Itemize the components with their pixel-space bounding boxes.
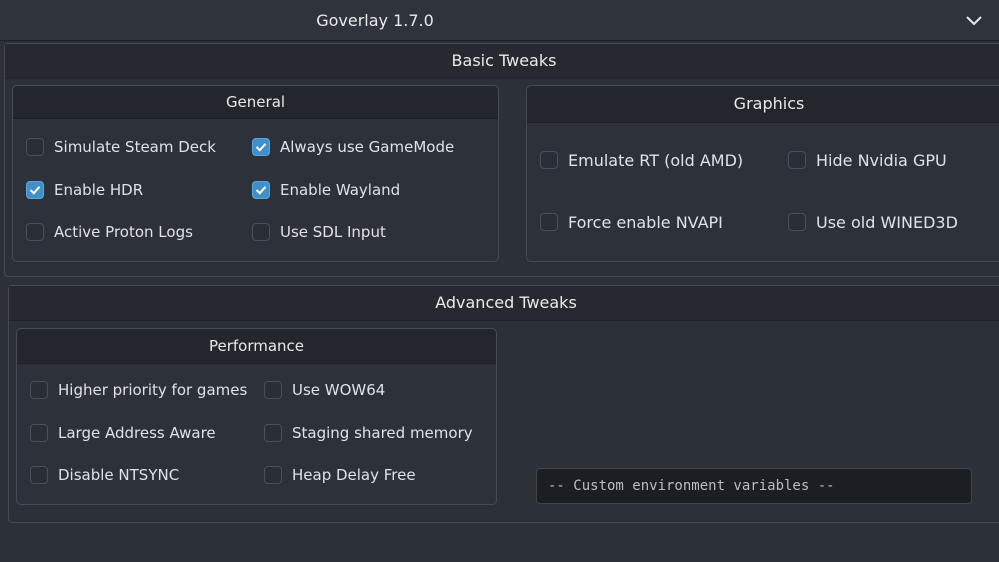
checkbox-label: Force enable NVAPI [568,212,723,232]
checkbox-label: Always use GameMode [280,138,455,156]
checkbox-label: Enable Wayland [280,181,401,199]
checkbox-label: Use WOW64 [292,381,386,399]
window-title: Goverlay 1.7.0 [316,11,434,30]
checkbox-box-checked[interactable] [26,181,44,199]
checkbox-label: Use SDL Input [280,223,386,241]
checkmark-icon [255,186,267,195]
custom-env-vars-input[interactable]: -- Custom environment variables -- [536,468,972,504]
graphics-title: Graphics [527,86,999,123]
checkbox-box[interactable] [788,213,806,231]
checkbox-label: Hide Nvidia GPU [816,150,947,170]
checkbox-box[interactable] [30,424,48,442]
checkbox-use-sdl-input[interactable]: Use SDL Input [252,220,386,244]
checkbox-enable-hdr[interactable]: Enable HDR [26,178,143,202]
checkbox-label: Disable NTSYNC [58,466,180,484]
checkbox-label: Higher priority for games [58,381,248,399]
checkbox-label: Use old WINED3D [816,212,958,232]
checkbox-label: Large Address Aware [58,424,216,442]
checkbox-box[interactable] [30,381,48,399]
checkbox-force-enable-nvapi[interactable]: Force enable NVAPI [540,210,723,234]
graphics-group: Graphics [526,85,999,262]
checkbox-box[interactable] [264,466,282,484]
checkbox-active-proton-logs[interactable]: Active Proton Logs [26,220,193,244]
checkbox-use-old-wined3d[interactable]: Use old WINED3D [788,210,958,234]
advanced-tweaks-title: Advanced Tweaks [9,286,999,321]
checkbox-higher-priority[interactable]: Higher priority for games [30,378,247,402]
title-bar: Goverlay 1.7.0 [0,0,999,41]
checkmark-icon [29,186,41,195]
checkbox-staging-shared-memory[interactable]: Staging shared memory [264,421,473,445]
checkbox-label: Heap Delay Free [292,466,416,484]
checkmark-icon [255,143,267,152]
checkbox-enable-wayland[interactable]: Enable Wayland [252,178,400,202]
checkbox-box-checked[interactable] [252,181,270,199]
checkbox-box-checked[interactable] [252,138,270,156]
checkbox-box[interactable] [540,213,558,231]
checkbox-box[interactable] [788,151,806,169]
checkbox-heap-delay-free[interactable]: Heap Delay Free [264,463,416,487]
checkbox-hide-nvidia-gpu[interactable]: Hide Nvidia GPU [788,148,947,172]
checkbox-disable-ntsync[interactable]: Disable NTSYNC [30,463,179,487]
checkbox-box[interactable] [252,223,270,241]
checkbox-label: Staging shared memory [292,424,473,442]
checkbox-box[interactable] [540,151,558,169]
checkbox-label: Active Proton Logs [54,223,193,241]
performance-title: Performance [17,329,496,364]
checkbox-simulate-steam-deck[interactable]: Simulate Steam Deck [26,135,216,159]
basic-tweaks-title: Basic Tweaks [5,44,999,79]
general-title: General [13,86,498,119]
checkbox-box[interactable] [26,223,44,241]
checkbox-label: Enable HDR [54,181,144,199]
checkbox-emulate-rt[interactable]: Emulate RT (old AMD) [540,148,743,172]
checkbox-box[interactable] [264,381,282,399]
checkbox-large-address-aware[interactable]: Large Address Aware [30,421,216,445]
checkbox-use-wow64[interactable]: Use WOW64 [264,378,385,402]
checkbox-label: Simulate Steam Deck [54,138,216,156]
checkbox-box[interactable] [26,138,44,156]
checkbox-label: Emulate RT (old AMD) [568,150,744,170]
checkbox-always-use-gamemode[interactable]: Always use GameMode [252,135,454,159]
checkbox-box[interactable] [30,466,48,484]
checkbox-box[interactable] [264,424,282,442]
chevron-down-icon[interactable] [965,13,983,27]
